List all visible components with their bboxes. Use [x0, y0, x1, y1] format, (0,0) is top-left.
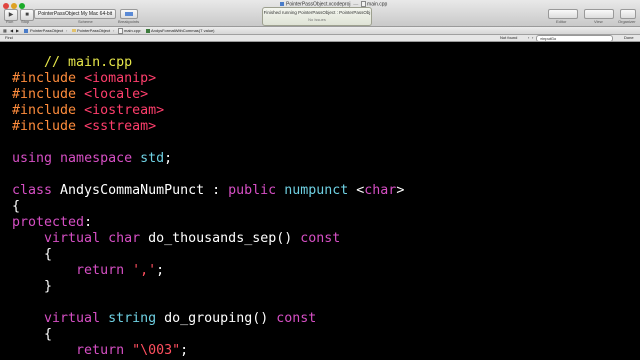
- status-issues: No Issues: [308, 17, 326, 22]
- window-toolbar: ▶ ■ Run Stop PointerPassObject My Mac 64…: [0, 0, 640, 27]
- code-line-16: }: [12, 279, 53, 294]
- stop-label: Stop: [21, 19, 30, 24]
- file-icon: [118, 27, 123, 34]
- jumpbar-item-project[interactable]: PointerPassObject: [24, 27, 63, 34]
- breakpoints-label: Breakpoints: [118, 19, 140, 24]
- find-mode-popup[interactable]: Find: [5, 35, 13, 41]
- previous-match-icon[interactable]: ‹: [528, 35, 529, 41]
- code-line-3: #include <iomanip>: [12, 71, 157, 86]
- scheme-popup[interactable]: PointerPassObject My Mac 64-bit: [34, 9, 117, 19]
- xcode-project-icon: [24, 28, 28, 33]
- find-done-button[interactable]: Done: [624, 35, 634, 41]
- code-line-8: using namespace std;: [12, 151, 173, 166]
- chevron-right-icon: ›: [113, 28, 115, 33]
- code-line-6: #include <sstream>: [12, 119, 157, 134]
- organizer-label: Organizer: [618, 19, 636, 24]
- scheme-label: Scheme: [78, 19, 93, 24]
- run-label: Run: [6, 19, 14, 24]
- play-icon: ▶: [8, 12, 14, 18]
- code-line-15: return ',';: [76, 263, 165, 278]
- editor-mode-segmented-control[interactable]: [548, 9, 578, 19]
- find-bar: Find Not found ‹ › ⌕inputGo Done: [0, 35, 640, 42]
- jumpbar-item-group[interactable]: PointerPassObject: [72, 27, 110, 34]
- activity-status-display: Finished running PointerPassObject : Poi…: [262, 7, 372, 26]
- organizer-button[interactable]: [620, 9, 636, 19]
- find-search-input[interactable]: ⌕inputGo: [536, 35, 613, 42]
- forward-arrow-icon[interactable]: ▶: [16, 27, 19, 34]
- view-label: View: [594, 19, 603, 24]
- code-line-19: {: [12, 327, 53, 342]
- function-icon: [146, 28, 150, 33]
- code-line-13: virtual char do_thousands_sep() const: [44, 231, 341, 246]
- status-message: Finished running PointerPassObject : Poi…: [263, 10, 371, 15]
- folder-icon: [72, 29, 76, 33]
- code-line-11: {: [12, 199, 21, 214]
- source-editor[interactable]: // main.cpp #include <iomanip> #include …: [0, 42, 640, 360]
- code-line-1: // main.cpp: [44, 55, 133, 70]
- view-segmented-control[interactable]: [584, 9, 614, 19]
- related-items-icon[interactable]: ▦: [3, 27, 7, 34]
- chevron-right-icon: ›: [66, 28, 68, 33]
- code-line-4: #include <locale>: [12, 87, 149, 102]
- code-line-18: virtual string do_grouping() const: [44, 311, 317, 326]
- find-result-label: Not found: [500, 35, 518, 40]
- breakpoints-button[interactable]: [120, 9, 138, 19]
- editor-label: Editor: [556, 19, 567, 24]
- code-line-20: return "\003";: [76, 343, 189, 358]
- chevron-right-icon: ›: [140, 28, 142, 33]
- code-line-12: protected:: [12, 215, 93, 230]
- code-line-14: {: [12, 247, 53, 262]
- stop-icon: ■: [25, 12, 29, 18]
- jump-bar: ▦ ◀ ▶ PointerPassObject › PointerPassObj…: [0, 27, 640, 35]
- back-arrow-icon[interactable]: ◀: [10, 27, 13, 34]
- code-line-10: class AndysCommaNumPunct : public numpun…: [12, 183, 405, 198]
- xcode-project-icon: [280, 2, 284, 6]
- jumpbar-item-file[interactable]: main.cpp: [118, 27, 140, 34]
- jumpbar-item-function[interactable]: AndysFormatWithCommas(T value): [146, 27, 215, 34]
- next-match-icon[interactable]: ›: [532, 35, 533, 41]
- code-line-5: #include <iostream>: [12, 103, 165, 118]
